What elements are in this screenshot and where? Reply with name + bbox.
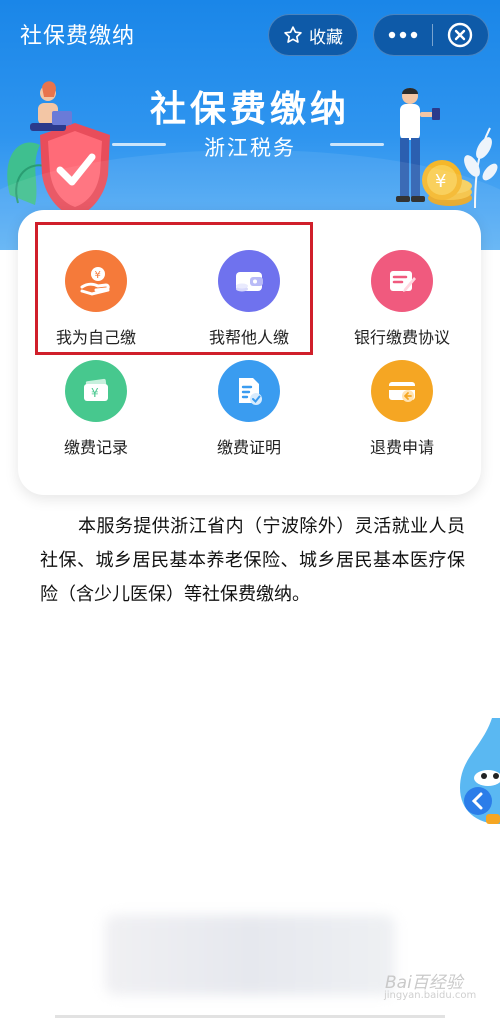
app-title: 社保费缴纳 <box>20 24 136 49</box>
close-circle-icon <box>448 22 473 48</box>
more-button[interactable] <box>374 14 432 56</box>
water-drop-mascot-icon[interactable] <box>452 718 500 838</box>
certificate-icon <box>218 360 280 422</box>
refund-card-icon <box>371 360 433 422</box>
more-dots-icon <box>388 31 417 39</box>
service-label: 退费申请 <box>369 438 434 457</box>
bottom-divider <box>55 1015 445 1018</box>
banner-subtitle: 浙江税务 <box>204 136 296 160</box>
service-payment-certificate[interactable]: 缴费证明 <box>174 360 324 470</box>
banner-title: 社保费缴纳 <box>149 89 350 130</box>
watermark-url: jingyan.baidu.com <box>384 990 477 1001</box>
service-payment-records[interactable]: ¥ 缴费记录 <box>21 360 171 470</box>
svg-text:¥: ¥ <box>91 386 99 400</box>
close-button[interactable] <box>432 14 488 56</box>
miniprogram-capsule <box>373 14 489 56</box>
money-record-icon: ¥ <box>65 360 127 422</box>
service-description: 本服务提供浙江省内（宁波除外）灵活就业人员社保、城乡居民基本养老保险、城乡居民基… <box>40 516 465 605</box>
blurred-area <box>105 915 395 995</box>
svg-text:¥: ¥ <box>435 171 446 192</box>
service-refund-request[interactable]: 退费申请 <box>327 360 477 470</box>
edit-document-icon <box>371 250 433 312</box>
favorite-button[interactable]: 收藏 <box>268 14 358 56</box>
service-label: 缴费记录 <box>63 438 128 457</box>
service-label: 银行缴费协议 <box>353 328 450 347</box>
star-icon <box>284 26 302 43</box>
favorite-label: 收藏 <box>309 27 343 48</box>
service-label: 缴费证明 <box>216 438 281 457</box>
service-bank-agreement[interactable]: 银行缴费协议 <box>327 250 477 360</box>
highlight-box <box>35 222 313 355</box>
